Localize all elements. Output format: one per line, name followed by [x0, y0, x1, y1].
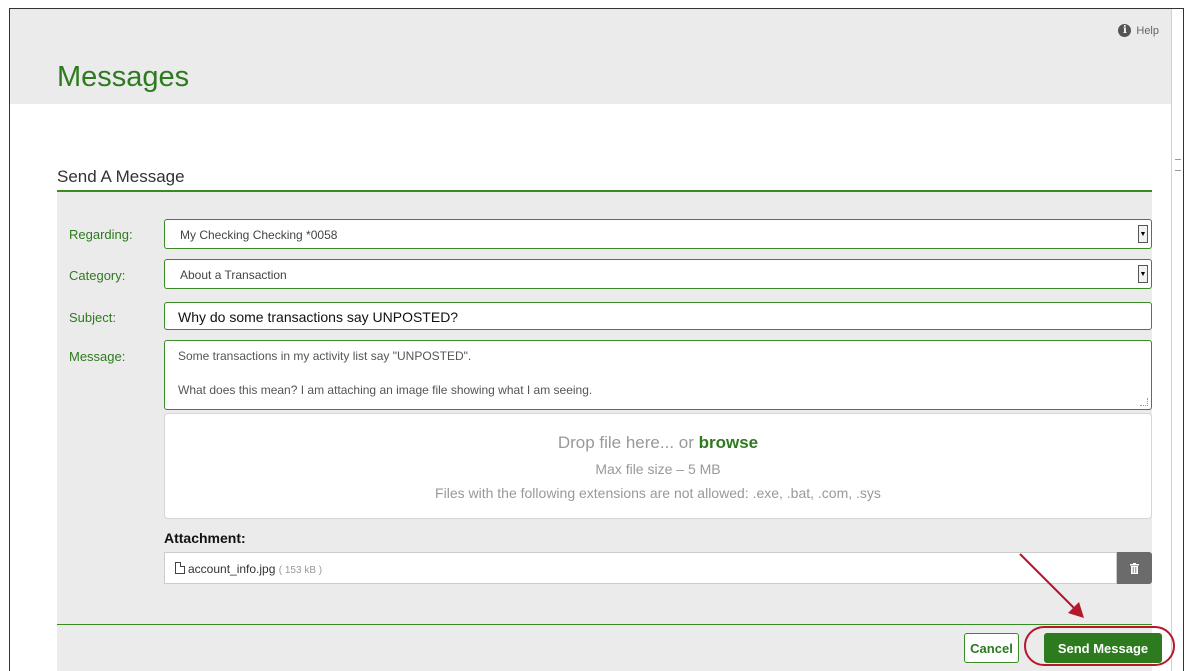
- category-select[interactable]: About a Transaction ▼: [164, 259, 1152, 289]
- category-value: About a Transaction: [180, 268, 287, 282]
- regarding-label: Regarding:: [69, 227, 133, 242]
- chevron-down-icon[interactable]: ▼: [1138, 265, 1148, 283]
- message-textarea[interactable]: Some transactions in my activity list sa…: [164, 340, 1152, 410]
- message-label: Message:: [69, 349, 126, 364]
- attachment-file: account_info.jpg ( 153 kB ): [188, 562, 322, 576]
- file-icon: [175, 562, 185, 574]
- section-title: Send A Message: [57, 167, 185, 186]
- annotation-arrow-icon: [1019, 553, 1084, 618]
- message-line-1: Some transactions in my activity list sa…: [178, 349, 472, 363]
- dropzone-max-size: Max file size – 5 MB: [595, 461, 721, 477]
- help-link[interactable]: i Help: [1118, 24, 1159, 37]
- regarding-value: My Checking Checking *0058: [180, 228, 338, 242]
- info-icon: i: [1118, 24, 1132, 37]
- scrollbar-grip-icon[interactable]: [1175, 159, 1181, 171]
- dropzone-prompt-text: Drop file here... or: [557, 433, 694, 452]
- subject-label: Subject:: [69, 310, 116, 325]
- file-dropzone[interactable]: Drop file here... or browse Max file siz…: [164, 413, 1152, 519]
- app-frame: i Help Messages Send A Message Regarding…: [9, 8, 1184, 671]
- message-line-2: What does this mean? I am attaching an i…: [178, 383, 593, 397]
- delete-attachment-button[interactable]: [1117, 552, 1152, 584]
- resize-grip-icon[interactable]: [1140, 398, 1148, 406]
- annotation-highlight-ring: [1024, 626, 1175, 666]
- page-title: Messages: [57, 61, 190, 93]
- cancel-button[interactable]: Cancel: [964, 633, 1019, 663]
- chevron-down-icon[interactable]: ▼: [1138, 225, 1148, 243]
- page-header: i Help Messages: [10, 9, 1173, 104]
- attachment-label: Attachment:: [164, 530, 246, 546]
- message-form: Regarding: My Checking Checking *0058 ▼ …: [57, 192, 1152, 624]
- category-label: Category:: [69, 268, 126, 283]
- attachment-file-name: account_info.jpg: [188, 562, 276, 576]
- form-footer: Cancel Send Message: [57, 625, 1162, 671]
- subject-value: Why do some transactions say UNPOSTED?: [178, 309, 459, 325]
- trash-icon: [1130, 562, 1139, 574]
- scrollbar[interactable]: [1171, 9, 1183, 671]
- subject-input[interactable]: Why do some transactions say UNPOSTED?: [164, 302, 1152, 330]
- dropzone-prompt: Drop file here... or browse: [165, 433, 1151, 453]
- help-label: Help: [1136, 24, 1159, 37]
- browse-link[interactable]: browse: [699, 433, 759, 452]
- regarding-select[interactable]: My Checking Checking *0058 ▼: [164, 219, 1152, 249]
- attachment-file-size: ( 153 kB ): [278, 565, 323, 576]
- attachment-item: account_info.jpg ( 153 kB ): [164, 552, 1117, 584]
- dropzone-restriction: Files with the following extensions are …: [435, 485, 881, 501]
